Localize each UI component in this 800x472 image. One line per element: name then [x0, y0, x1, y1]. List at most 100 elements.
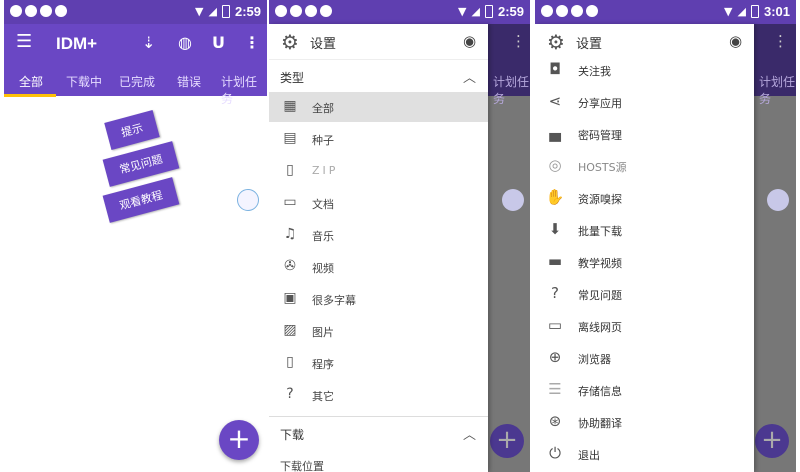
- film-reel-icon: ✇: [284, 258, 296, 274]
- chevron-up-icon: ︿: [462, 428, 476, 443]
- type-item-document[interactable]: ▭ 文档: [269, 188, 488, 218]
- music-note-icon: ♫: [283, 226, 297, 242]
- tab-completed[interactable]: 已完成: [119, 73, 155, 90]
- doc-file-icon: ▭: [283, 194, 297, 210]
- navigation-drawer: ⚙ 设置 ◉ ◘ 关注我 ⋖ 分享应用 ▄ 密码管理 ◎ HOSTS源 ✋ 资源…: [535, 24, 754, 472]
- question-person-icon: ?: [551, 284, 559, 302]
- menu-batch-download[interactable]: ⬇ 批量下载: [535, 214, 754, 246]
- wifi-icon: ▼: [724, 5, 733, 18]
- menu-share-app[interactable]: ⋖ 分享应用: [535, 86, 754, 118]
- more-icon[interactable]: ⋮: [244, 33, 260, 52]
- type-item-zip[interactable]: ▯ ZIP: [269, 156, 488, 186]
- eye-icon[interactable]: ◉: [463, 32, 476, 50]
- gear-icon[interactable]: ⚙: [281, 30, 299, 54]
- status-time: 2:59: [497, 4, 524, 19]
- menu-icon[interactable]: ☰: [16, 31, 32, 52]
- tip-button[interactable]: 提示: [104, 110, 160, 150]
- type-item-subtitles[interactable]: ▣ 很多字幕: [269, 284, 488, 314]
- menu-password-manager[interactable]: ▄ 密码管理: [535, 118, 754, 150]
- battery-icon: [750, 5, 759, 18]
- screen-type-drawer: 计划任务 + ▼ ◢ 2:59 ⚙ 设置 ◉ 类型 ︿ ▦ 全部 ▤ 种子 ▯ …: [269, 0, 530, 472]
- browser-globe-icon: ⊕: [548, 348, 562, 366]
- divider: [269, 416, 488, 417]
- menu-exit[interactable]: ⏻ 退出: [535, 438, 754, 470]
- unknown-file-icon: ?: [286, 386, 294, 402]
- section-type-header[interactable]: 类型 ︿: [269, 61, 488, 91]
- globe-icon[interactable]: ◍: [178, 33, 192, 52]
- sort-icon[interactable]: ⇣: [142, 33, 155, 52]
- more-icon: ⋮: [773, 32, 788, 50]
- settings-label[interactable]: 设置: [310, 33, 336, 52]
- tab-bar: 全部 下载中 已完成 错误 计划任务: [4, 64, 267, 106]
- menu-browser[interactable]: ⊕ 浏览器: [535, 342, 754, 374]
- menu-faq[interactable]: ? 常见问题: [535, 278, 754, 310]
- www-icon: ◎: [548, 156, 562, 174]
- gear-icon[interactable]: ⚙: [547, 30, 565, 54]
- tab-all[interactable]: 全部: [19, 73, 43, 90]
- status-time: 2:59: [234, 4, 261, 19]
- type-item-music[interactable]: ♫ 音乐: [269, 220, 488, 250]
- wifi-icon: ▼: [458, 5, 467, 18]
- magnet-icon[interactable]: U: [212, 33, 225, 52]
- share-icon: ⋖: [548, 92, 562, 110]
- torrent-file-icon: ▤: [283, 130, 297, 146]
- signal-icon: ◢: [208, 5, 217, 18]
- type-item-other[interactable]: ? 其它: [269, 380, 488, 410]
- menu-follow-me[interactable]: ◘ 关注我: [535, 54, 754, 86]
- translate-globe-icon: ⊛: [548, 412, 562, 430]
- settings-label[interactable]: 设置: [576, 33, 602, 52]
- type-item-image[interactable]: ▨ 图片: [269, 316, 488, 346]
- tab-scheduled[interactable]: 计划任务: [221, 73, 267, 107]
- power-icon: ⏻: [549, 444, 561, 462]
- signal-icon: ◢: [737, 5, 746, 18]
- type-item-program[interactable]: ▯ 程序: [269, 348, 488, 378]
- picture-icon: ▨: [283, 322, 297, 338]
- menu-tutorial-videos[interactable]: ▬ 教学视频: [535, 246, 754, 278]
- screen-main: ▼ ◢ 2:59 ☰ IDM+ ⇣ ◍ U ⋮ 全部 下载中 已完成 错误 计划…: [4, 0, 267, 472]
- tab-indicator: [4, 94, 56, 97]
- offline-page-icon: ▭: [547, 316, 563, 334]
- chevron-up-icon: ︿: [462, 71, 476, 86]
- menu-hosts-source[interactable]: ◎ HOSTS源: [535, 150, 754, 182]
- tab-errors[interactable]: 错误: [177, 73, 201, 90]
- zip-file-icon: ▯: [286, 162, 294, 178]
- menu-storage-info[interactable]: ☰ 存储信息: [535, 374, 754, 406]
- grid-icon: ▦: [283, 98, 297, 114]
- add-download-fab[interactable]: +: [219, 420, 259, 460]
- section-download-header[interactable]: 下载 ︿: [269, 418, 488, 448]
- menu-help-translate[interactable]: ⊛ 协助翻译: [535, 406, 754, 438]
- status-bar: ▼ ◢ 2:59: [269, 0, 530, 24]
- tab-downloading[interactable]: 下载中: [66, 73, 102, 90]
- wifi-icon: ▼: [195, 5, 204, 18]
- instagram-icon: ◘: [549, 60, 561, 78]
- storage-info-icon: ☰: [548, 380, 562, 398]
- type-item-torrent[interactable]: ▤ 种子: [269, 124, 488, 154]
- add-download-fab: +: [490, 424, 524, 458]
- signal-icon: ◢: [471, 5, 480, 18]
- screen-settings-drawer: 计划任务 + ▼ ◢ 3:01 ⚙ 设置 ◉ ◘ 关注我 ⋖ 分享应用 ▄ 密码…: [535, 0, 796, 472]
- notification-icons: [275, 5, 332, 17]
- bg-tab-text: 计划任务: [759, 75, 796, 106]
- battery-icon: [221, 5, 230, 18]
- type-item-all[interactable]: ▦ 全部: [269, 92, 488, 122]
- menu-resource-sniffing[interactable]: ✋ 资源嗅探: [535, 182, 754, 214]
- navigation-drawer: ⚙ 设置 ◉ 类型 ︿ ▦ 全部 ▤ 种子 ▯ ZIP ▭ 文档 ♫ 音乐 ✇: [269, 24, 488, 472]
- sniff-hand-icon: ✋: [545, 188, 565, 206]
- floating-widget-icon[interactable]: [237, 189, 259, 211]
- status-bar: ▼ ◢ 2:59: [4, 0, 267, 24]
- section-download-label: 下载: [280, 428, 305, 442]
- menu-offline-pages[interactable]: ▭ 离线网页: [535, 310, 754, 342]
- lock-icon: ▄: [549, 124, 561, 142]
- notification-icons: [541, 5, 598, 17]
- download-location-item[interactable]: 下载位置: [269, 450, 488, 472]
- video-tutorial-icon: ▬: [547, 252, 563, 270]
- section-type-label: 类型: [280, 71, 305, 85]
- download-circle-icon: ⬇: [548, 220, 562, 238]
- subtitle-file-icon: ▣: [283, 290, 297, 306]
- app-title: IDM+: [56, 34, 98, 53]
- type-item-video[interactable]: ✇ 视频: [269, 252, 488, 282]
- floating-widget-icon: [502, 189, 524, 211]
- more-icon: ⋮: [511, 32, 526, 50]
- eye-icon[interactable]: ◉: [729, 32, 742, 50]
- status-bar: ▼ ◢ 3:01: [535, 0, 796, 24]
